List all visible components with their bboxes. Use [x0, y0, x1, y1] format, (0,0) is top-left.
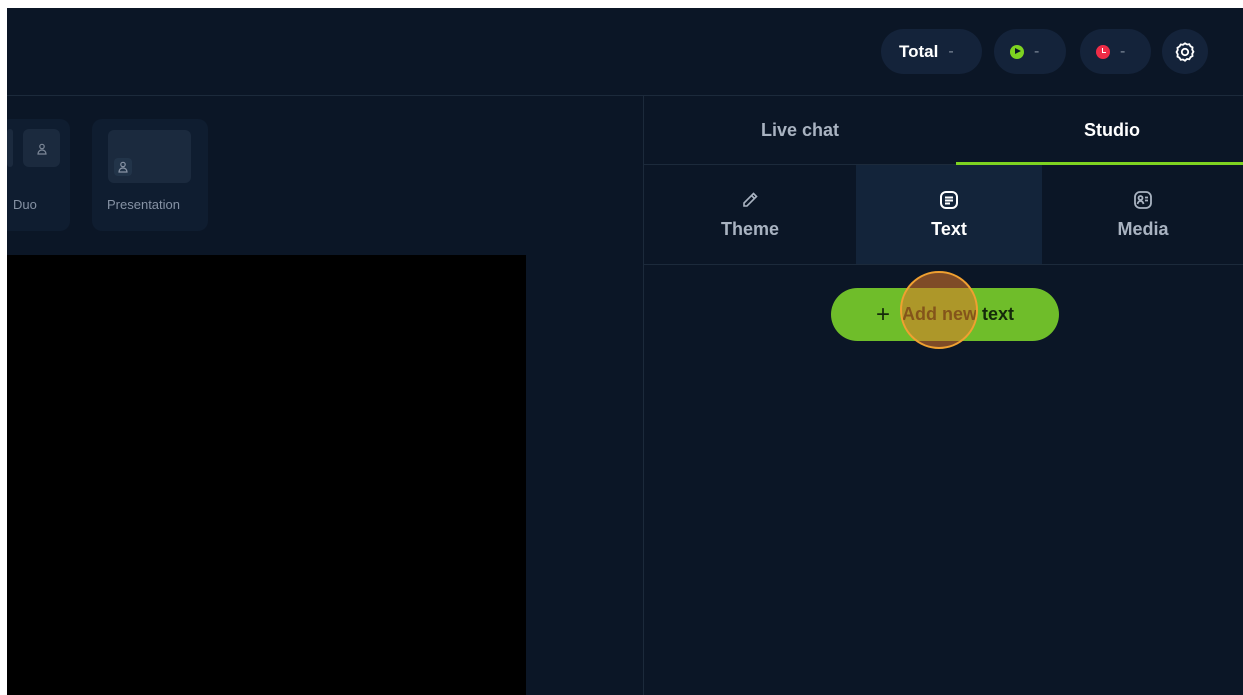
- total-label: Total: [899, 41, 939, 61]
- text-document-icon: [938, 189, 960, 211]
- tab-studio[interactable]: Studio: [956, 96, 1243, 165]
- stream-preview: [7, 255, 526, 695]
- total-value: -: [948, 42, 954, 60]
- studio-panel: Live chat Studio Theme Text Media + text: [643, 96, 1243, 695]
- subtab-text[interactable]: Text: [856, 165, 1042, 264]
- click-indicator: [900, 271, 978, 349]
- pencil-icon: [740, 189, 760, 211]
- live-viewers-stat[interactable]: -: [994, 29, 1066, 74]
- recording-value: -: [1120, 42, 1126, 60]
- recording-clock-icon: [1096, 44, 1110, 59]
- tab-live-chat[interactable]: Live chat: [644, 96, 956, 165]
- media-card-icon: [1132, 189, 1154, 211]
- studio-subtabs: Theme Text Media: [644, 165, 1243, 265]
- person-icon: [33, 140, 51, 158]
- panel-tabs: Live chat Studio: [644, 96, 1243, 165]
- plus-icon: +: [875, 300, 890, 328]
- subtab-theme-label: Theme: [720, 219, 780, 239]
- layout-duo-label: Duo: [13, 197, 37, 212]
- gear-icon: [1175, 41, 1195, 62]
- person-icon: [114, 158, 132, 176]
- settings-button[interactable]: [1162, 29, 1208, 74]
- layout-duo-card[interactable]: Duo: [7, 119, 70, 231]
- top-bar: Total - - -: [7, 8, 1243, 96]
- layout-duo-thumbnail: [7, 129, 60, 182]
- live-value: -: [1034, 42, 1040, 60]
- live-play-icon: [1010, 44, 1024, 59]
- subtab-media-label: Media: [1117, 219, 1169, 239]
- layout-presentation-label: Presentation: [107, 197, 180, 212]
- total-viewers-stat[interactable]: Total -: [881, 29, 982, 74]
- subtab-text-label: Text: [931, 219, 967, 239]
- app-window: Total - - - Duo Presentation Live chat S…: [7, 8, 1243, 695]
- layout-presentation-card[interactable]: Presentation: [92, 119, 208, 231]
- subtab-media[interactable]: Media: [1042, 165, 1243, 264]
- recording-stat[interactable]: -: [1080, 29, 1151, 74]
- subtab-theme[interactable]: Theme: [644, 165, 856, 264]
- layout-presentation-thumbnail: [108, 130, 191, 183]
